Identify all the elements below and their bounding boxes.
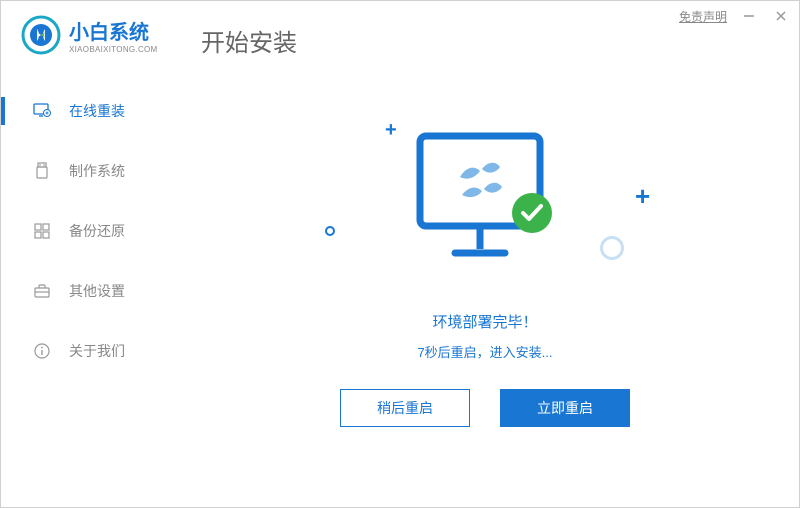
status-message-complete: 环境部署完毕！	[432, 311, 537, 332]
usb-icon	[33, 162, 51, 180]
plus-decoration-icon: +	[635, 181, 650, 212]
plus-decoration-icon: +	[385, 119, 397, 142]
logo-subtitle: XIAOBAIXITONG.COM	[69, 45, 158, 54]
info-icon	[33, 342, 51, 360]
circle-decoration-icon	[600, 236, 624, 260]
sidebar-item-make-system[interactable]: 制作系统	[1, 141, 181, 201]
grid-icon	[33, 222, 51, 240]
sidebar-item-other-settings[interactable]: 其他设置	[1, 261, 181, 321]
sidebar-item-label: 关于我们	[69, 341, 125, 361]
logo: 小白系统 XIAOBAIXITONG.COM	[21, 15, 158, 55]
status-message-countdown: 7秒后重启，进入安装...	[417, 342, 552, 361]
sidebar-item-about[interactable]: 关于我们	[1, 321, 181, 381]
sidebar-item-label: 制作系统	[69, 161, 125, 181]
toolbox-icon	[33, 282, 51, 300]
disclaimer-link[interactable]: 免责声明	[679, 8, 727, 25]
sidebar-item-label: 备份还原	[69, 221, 125, 241]
close-button[interactable]	[771, 6, 791, 26]
logo-icon	[21, 15, 61, 55]
sidebar-item-online-reinstall[interactable]: 在线重装	[1, 81, 181, 141]
logo-title: 小白系统	[69, 16, 158, 45]
monitor-icon	[410, 131, 560, 276]
circle-decoration-icon	[325, 226, 335, 236]
restart-later-button[interactable]: 稍后重启	[340, 389, 470, 427]
sidebar: 在线重装 制作系统 备份还原 其他设置 关于我们	[1, 81, 181, 381]
monitor-install-icon	[33, 102, 51, 120]
restart-now-button[interactable]: 立即重启	[500, 389, 630, 427]
main-content: + + 环境部署完毕！ 7秒后重启，进入安装... 稍后重启 立即重启	[191, 71, 779, 487]
sidebar-item-label: 在线重装	[69, 101, 125, 121]
minimize-button[interactable]	[739, 6, 759, 26]
page-title: 开始安装	[201, 23, 297, 58]
illustration: + +	[295, 111, 675, 291]
sidebar-item-backup-restore[interactable]: 备份还原	[1, 201, 181, 261]
sidebar-item-label: 其他设置	[69, 281, 125, 301]
